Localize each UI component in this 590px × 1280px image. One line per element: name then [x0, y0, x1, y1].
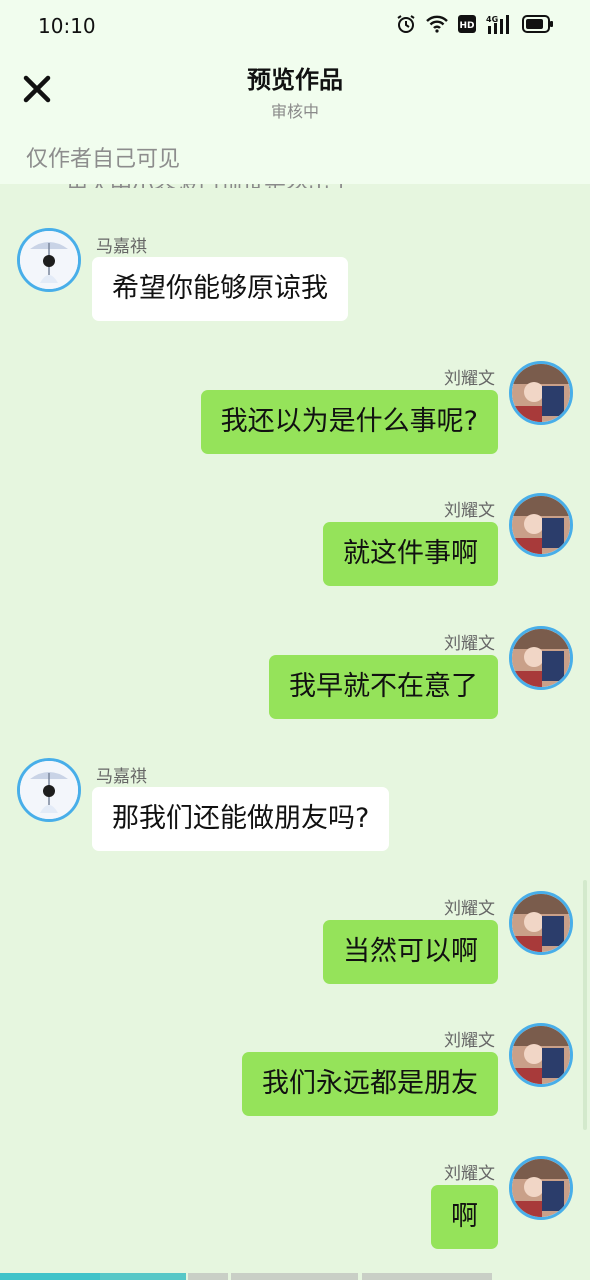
- sender-name: 刘耀文: [444, 1031, 495, 1051]
- header: 10:10 HD 4G 预览作品 审核中 仅作者自己可见: [0, 0, 590, 184]
- hd-icon: HD: [458, 15, 476, 33]
- message-bubble[interactable]: 我还以为是什么事呢?: [200, 390, 498, 454]
- message-bubble[interactable]: 啊: [431, 1185, 498, 1249]
- network-label: 4G: [486, 15, 498, 24]
- progress-seg-1: [0, 1273, 100, 1280]
- progress-seg-4: [231, 1273, 358, 1280]
- message-bubble[interactable]: 希望你能够原谅我: [92, 257, 348, 321]
- message-bubble[interactable]: 那我们还能做朋友吗?: [92, 787, 390, 851]
- sender-name: 刘耀文: [444, 1164, 495, 1184]
- avatar[interactable]: [509, 493, 573, 557]
- page-title: 预览作品: [247, 66, 343, 94]
- avatar[interactable]: [509, 361, 573, 425]
- battery-icon: [522, 15, 554, 33]
- sender-name: 刘耀文: [444, 501, 495, 521]
- sender-name: 马嘉祺: [96, 767, 147, 787]
- progress-bar: [0, 1273, 590, 1280]
- status-time: 10:10: [38, 14, 96, 38]
- alarm-icon: [396, 14, 416, 34]
- progress-seg-3: [188, 1273, 228, 1280]
- visibility-note: 仅作者自己可见: [26, 147, 181, 172]
- sender-name: 马嘉祺: [96, 237, 147, 257]
- avatar[interactable]: [509, 891, 573, 955]
- avatar[interactable]: [509, 626, 573, 690]
- progress-seg-2: [100, 1273, 186, 1280]
- avatar[interactable]: [17, 228, 81, 292]
- message-bubble[interactable]: 就这件事啊: [323, 522, 498, 586]
- status-bar: 10:10 HD 4G: [0, 0, 590, 52]
- message-bubble[interactable]: 我们永远都是朋友: [242, 1052, 498, 1116]
- sender-name: 刘耀文: [444, 899, 495, 919]
- message-bubble[interactable]: 当然可以啊: [323, 920, 498, 984]
- progress-seg-5: [362, 1273, 492, 1280]
- message-bubble[interactable]: 我早就不在意了: [269, 655, 498, 719]
- scrollbar[interactable]: [583, 880, 587, 1130]
- avatar[interactable]: [509, 1023, 573, 1087]
- signal-4g-icon: 4G: [486, 14, 512, 34]
- status-icons: HD 4G: [396, 14, 554, 34]
- wifi-icon: [426, 15, 448, 33]
- sender-name: 刘耀文: [444, 634, 495, 654]
- svg-text:HD: HD: [459, 21, 474, 31]
- review-status: 审核中: [270, 102, 319, 121]
- avatar[interactable]: [17, 758, 81, 822]
- sender-name: 刘耀文: [444, 369, 495, 389]
- avatar[interactable]: [509, 1156, 573, 1220]
